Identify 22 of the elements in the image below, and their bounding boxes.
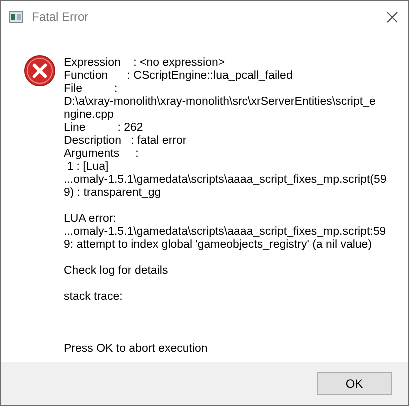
message-line: ...omaly-1.5.1\gamedata\scripts\aaaa_script_fixes_mp.script(59 bbox=[64, 174, 387, 187]
error-icon bbox=[24, 55, 56, 87]
message-line: File : bbox=[64, 83, 119, 96]
ok-button[interactable]: OK bbox=[317, 372, 392, 395]
message-line: Expression : <no expression> bbox=[64, 57, 226, 70]
message-line: 9: attempt to index global 'gameobjects_registry' (a nil value) bbox=[64, 239, 374, 252]
message-line: Line : 262 bbox=[64, 122, 144, 135]
close-icon[interactable] bbox=[387, 12, 398, 22]
message-line: Description : fatal error bbox=[64, 135, 188, 148]
message-line: stack trace: bbox=[64, 291, 124, 304]
message-line: Press OK to abort execution bbox=[64, 343, 209, 356]
message-line: Arguments : bbox=[64, 148, 140, 161]
message-line: D:\a\xray-monolith\xray-monolith\src\xrServerEntities\script_e bbox=[64, 96, 377, 109]
message-line: 1 : [Lua] bbox=[66, 161, 110, 174]
message-line: Check log for details bbox=[64, 265, 170, 278]
message-line: ...omaly-1.5.1\gamedata\scripts\aaaa_script_fixes_mp.script:59 bbox=[64, 226, 387, 239]
message-line: Function : CScriptEngine::lua_pcall_failed bbox=[64, 70, 294, 83]
window-title: Fatal Error bbox=[32, 9, 89, 26]
message-line: ngine.cpp bbox=[64, 109, 115, 122]
app-icon bbox=[9, 11, 23, 23]
message-line: LUA error: bbox=[64, 213, 118, 226]
message-line: 9) : transparent_gg bbox=[64, 187, 162, 200]
